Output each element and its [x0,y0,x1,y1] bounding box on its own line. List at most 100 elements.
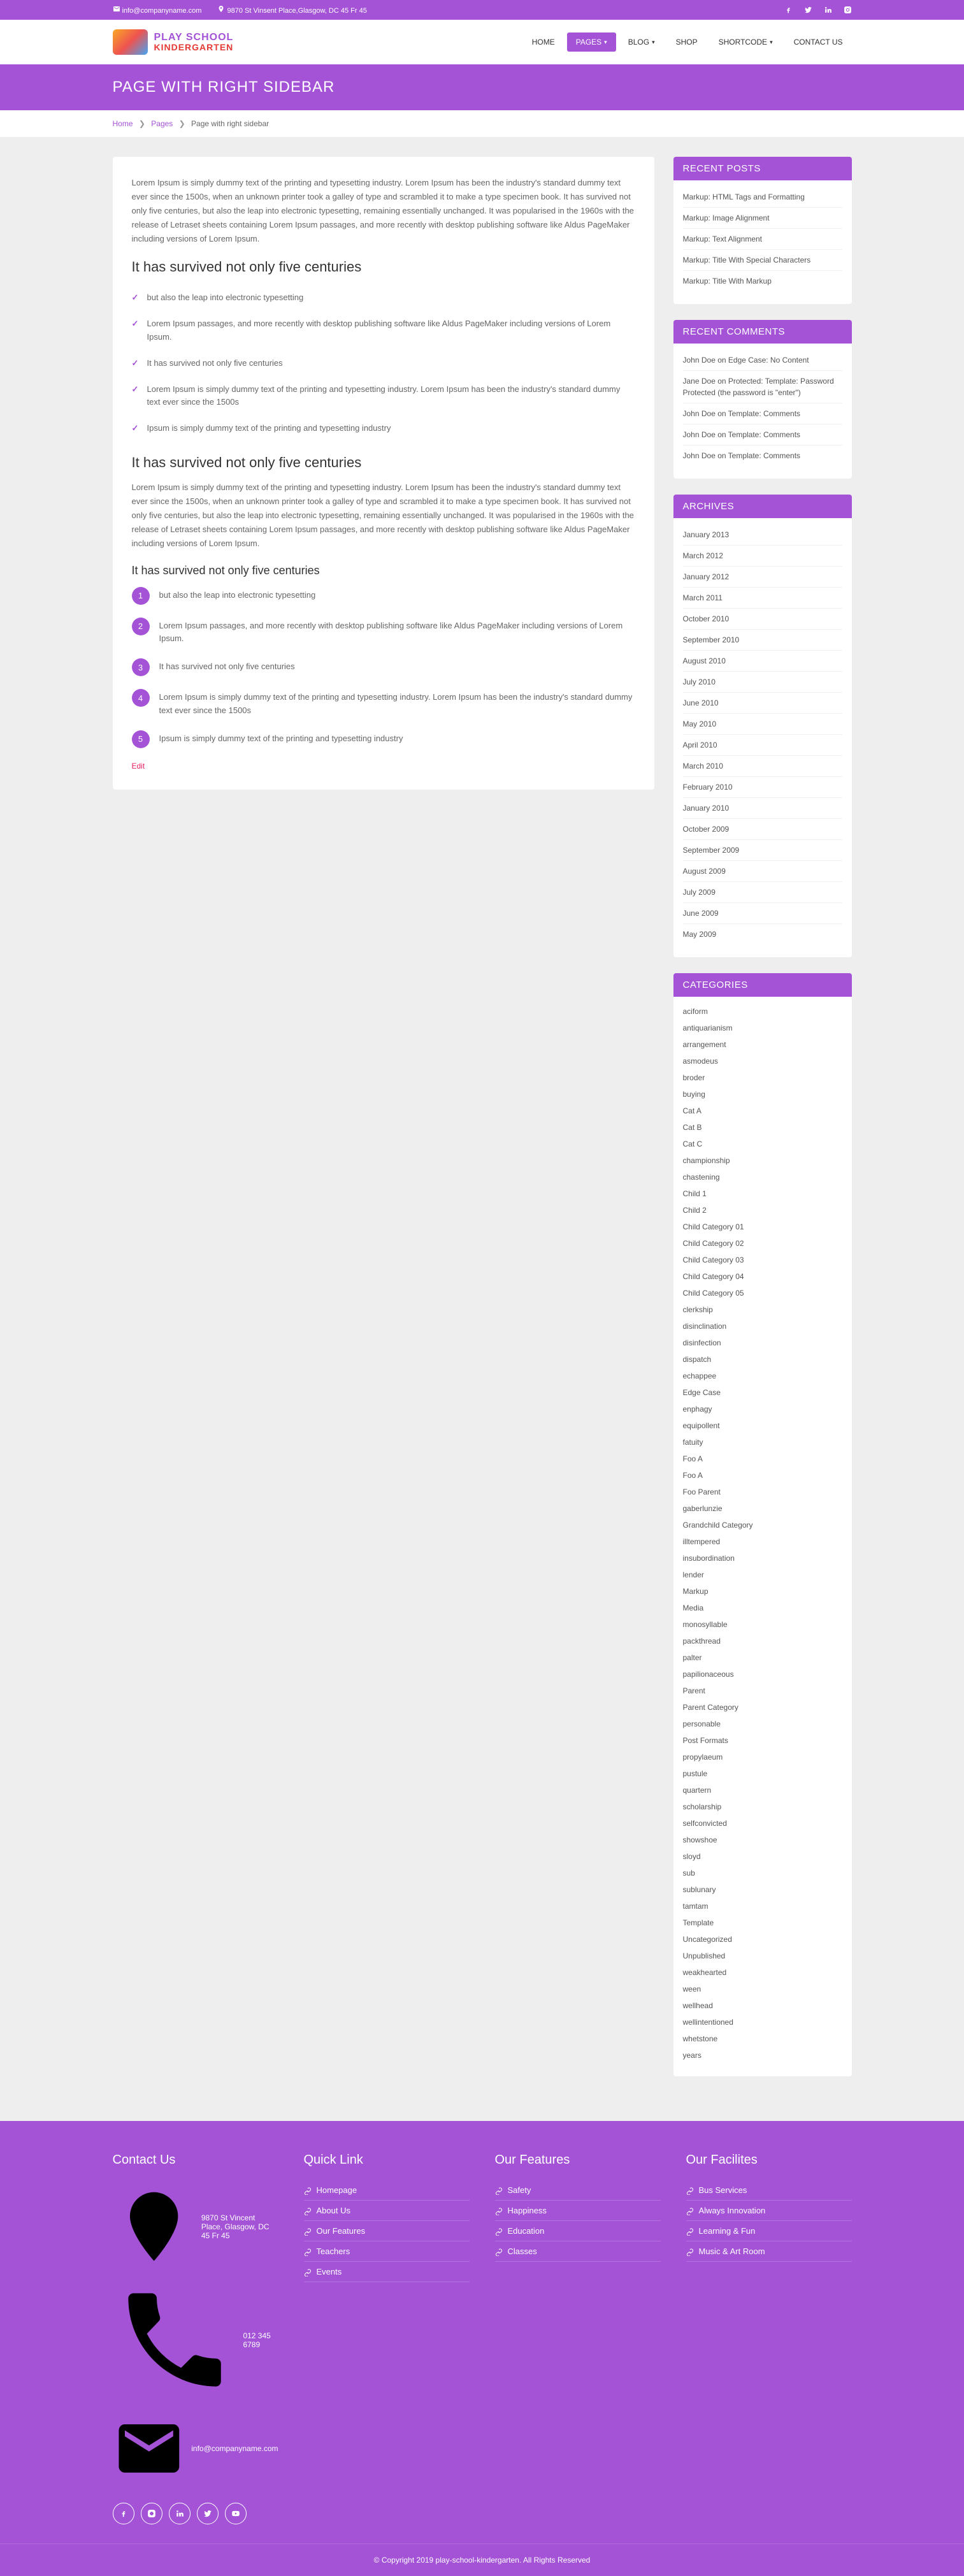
list-link[interactable]: March 2012 [683,551,723,560]
list-link[interactable]: May 2009 [683,930,717,939]
footer-link[interactable]: Learning & Fun [686,2221,852,2241]
list-link[interactable]: Parent [683,1686,705,1695]
footer-link[interactable]: Education [495,2221,661,2241]
list-link[interactable]: personable [683,1719,721,1728]
footer-link[interactable]: Safety [495,2180,661,2201]
list-link[interactable]: Foo A [683,1454,703,1463]
list-link[interactable]: Child Category 03 [683,1255,744,1264]
list-link[interactable]: equipollent [683,1421,720,1430]
list-link[interactable]: palter [683,1653,702,1662]
list-link[interactable]: July 2010 [683,677,716,686]
list-link[interactable]: Markup: Text Alignment [683,235,763,243]
list-link[interactable]: Markup: HTML Tags and Formatting [683,192,805,201]
site-logo[interactable]: PLAY SCHOOL KINDERGARTEN [113,29,234,55]
nav-item[interactable]: SHOP [667,33,707,52]
list-link[interactable]: June 2010 [683,698,719,707]
list-link[interactable]: selfconvicted [683,1819,727,1828]
list-link[interactable]: February 2010 [683,783,733,792]
list-link[interactable]: July 2009 [683,888,716,897]
topbar-email[interactable]: info@companyname.com [113,5,202,15]
list-link[interactable]: Child Category 02 [683,1239,744,1248]
list-link[interactable]: Edge Case [683,1388,721,1397]
nav-item[interactable]: SHORTCODE▾ [710,33,782,52]
list-link[interactable]: whetstone [683,2034,718,2043]
list-link[interactable]: weakhearted [683,1968,727,1977]
list-link[interactable]: aciform [683,1007,708,1016]
list-link[interactable]: Child 1 [683,1189,707,1198]
list-link[interactable]: March 2011 [683,593,723,602]
list-link[interactable]: January 2012 [683,572,730,581]
list-link[interactable]: years [683,2051,701,2060]
list-link[interactable]: John Doe on Template: Comments [683,430,801,439]
list-link[interactable]: September 2010 [683,635,740,644]
twitter-icon[interactable] [197,2503,219,2524]
list-link[interactable]: tamtam [683,1902,709,1911]
list-link[interactable]: April 2010 [683,741,717,749]
list-link[interactable]: Post Formats [683,1736,728,1745]
list-link[interactable]: Child 2 [683,1206,707,1215]
footer-link[interactable]: Teachers [304,2241,470,2262]
list-link[interactable]: Jane Doe on Protected: Template: Passwor… [683,377,834,397]
instagram-icon[interactable] [141,2503,162,2524]
list-link[interactable]: Foo Parent [683,1487,721,1496]
list-link[interactable]: Cat A [683,1106,701,1115]
footer-email[interactable]: info@companyname.com [113,2407,278,2490]
list-link[interactable]: sub [683,1869,695,1878]
list-link[interactable]: championship [683,1156,730,1165]
list-link[interactable]: June 2009 [683,909,719,918]
list-link[interactable]: Cat B [683,1123,702,1132]
list-link[interactable]: October 2010 [683,614,730,623]
list-link[interactable]: echappee [683,1371,717,1380]
list-link[interactable]: wellintentioned [683,2018,733,2027]
list-link[interactable]: Markup: Image Alignment [683,213,770,222]
list-link[interactable]: buying [683,1090,705,1099]
list-link[interactable]: pustule [683,1769,708,1778]
list-link[interactable]: clerkship [683,1305,713,1314]
nav-item[interactable]: HOME [523,33,564,52]
list-link[interactable]: disinfection [683,1338,721,1347]
list-link[interactable]: Uncategorized [683,1935,732,1944]
list-link[interactable]: dispatch [683,1355,712,1364]
list-link[interactable]: Markup: Title With Markup [683,277,772,286]
list-link[interactable]: packthread [683,1637,721,1646]
list-link[interactable]: September 2009 [683,846,740,855]
facebook-icon[interactable] [784,6,793,14]
list-link[interactable]: ween [683,1985,701,1994]
list-link[interactable]: Markup [683,1587,709,1596]
footer-link[interactable]: Happiness [495,2201,661,2221]
list-link[interactable]: chastening [683,1173,720,1182]
twitter-icon[interactable] [804,6,812,14]
footer-link[interactable]: Always Innovation [686,2201,852,2221]
list-link[interactable]: Media [683,1603,704,1612]
list-link[interactable]: October 2009 [683,825,730,834]
footer-link[interactable]: Events [304,2262,470,2282]
list-link[interactable]: scholarship [683,1802,722,1811]
list-link[interactable]: wellhead [683,2001,713,2010]
footer-link[interactable]: Homepage [304,2180,470,2201]
list-link[interactable]: quartern [683,1786,712,1795]
list-link[interactable]: illtempered [683,1537,721,1546]
list-link[interactable]: March 2010 [683,762,723,771]
list-link[interactable]: propylaeum [683,1753,723,1762]
footer-link[interactable]: Music & Art Room [686,2241,852,2262]
list-link[interactable]: lender [683,1570,704,1579]
footer-phone[interactable]: 012 345 6789 [113,2273,278,2407]
linkedin-icon[interactable] [824,6,832,14]
footer-link[interactable]: Our Features [304,2221,470,2241]
list-link[interactable]: August 2010 [683,656,726,665]
list-link[interactable]: Template [683,1918,714,1927]
facebook-icon[interactable] [113,2503,134,2524]
list-link[interactable]: asmodeus [683,1057,718,1066]
nav-item[interactable]: CONTACT US [785,33,852,52]
list-link[interactable]: Child Category 04 [683,1272,744,1281]
list-link[interactable]: January 2013 [683,530,730,539]
list-link[interactable]: Cat C [683,1140,703,1148]
list-link[interactable]: showshoe [683,1835,717,1844]
list-link[interactable]: broder [683,1073,705,1082]
list-link[interactable]: Child Category 05 [683,1289,744,1298]
footer-link[interactable]: Classes [495,2241,661,2262]
list-link[interactable]: John Doe on Template: Comments [683,409,801,418]
nav-item[interactable]: PAGES▾ [567,33,616,52]
instagram-icon[interactable] [844,6,852,14]
list-link[interactable]: Child Category 01 [683,1222,744,1231]
